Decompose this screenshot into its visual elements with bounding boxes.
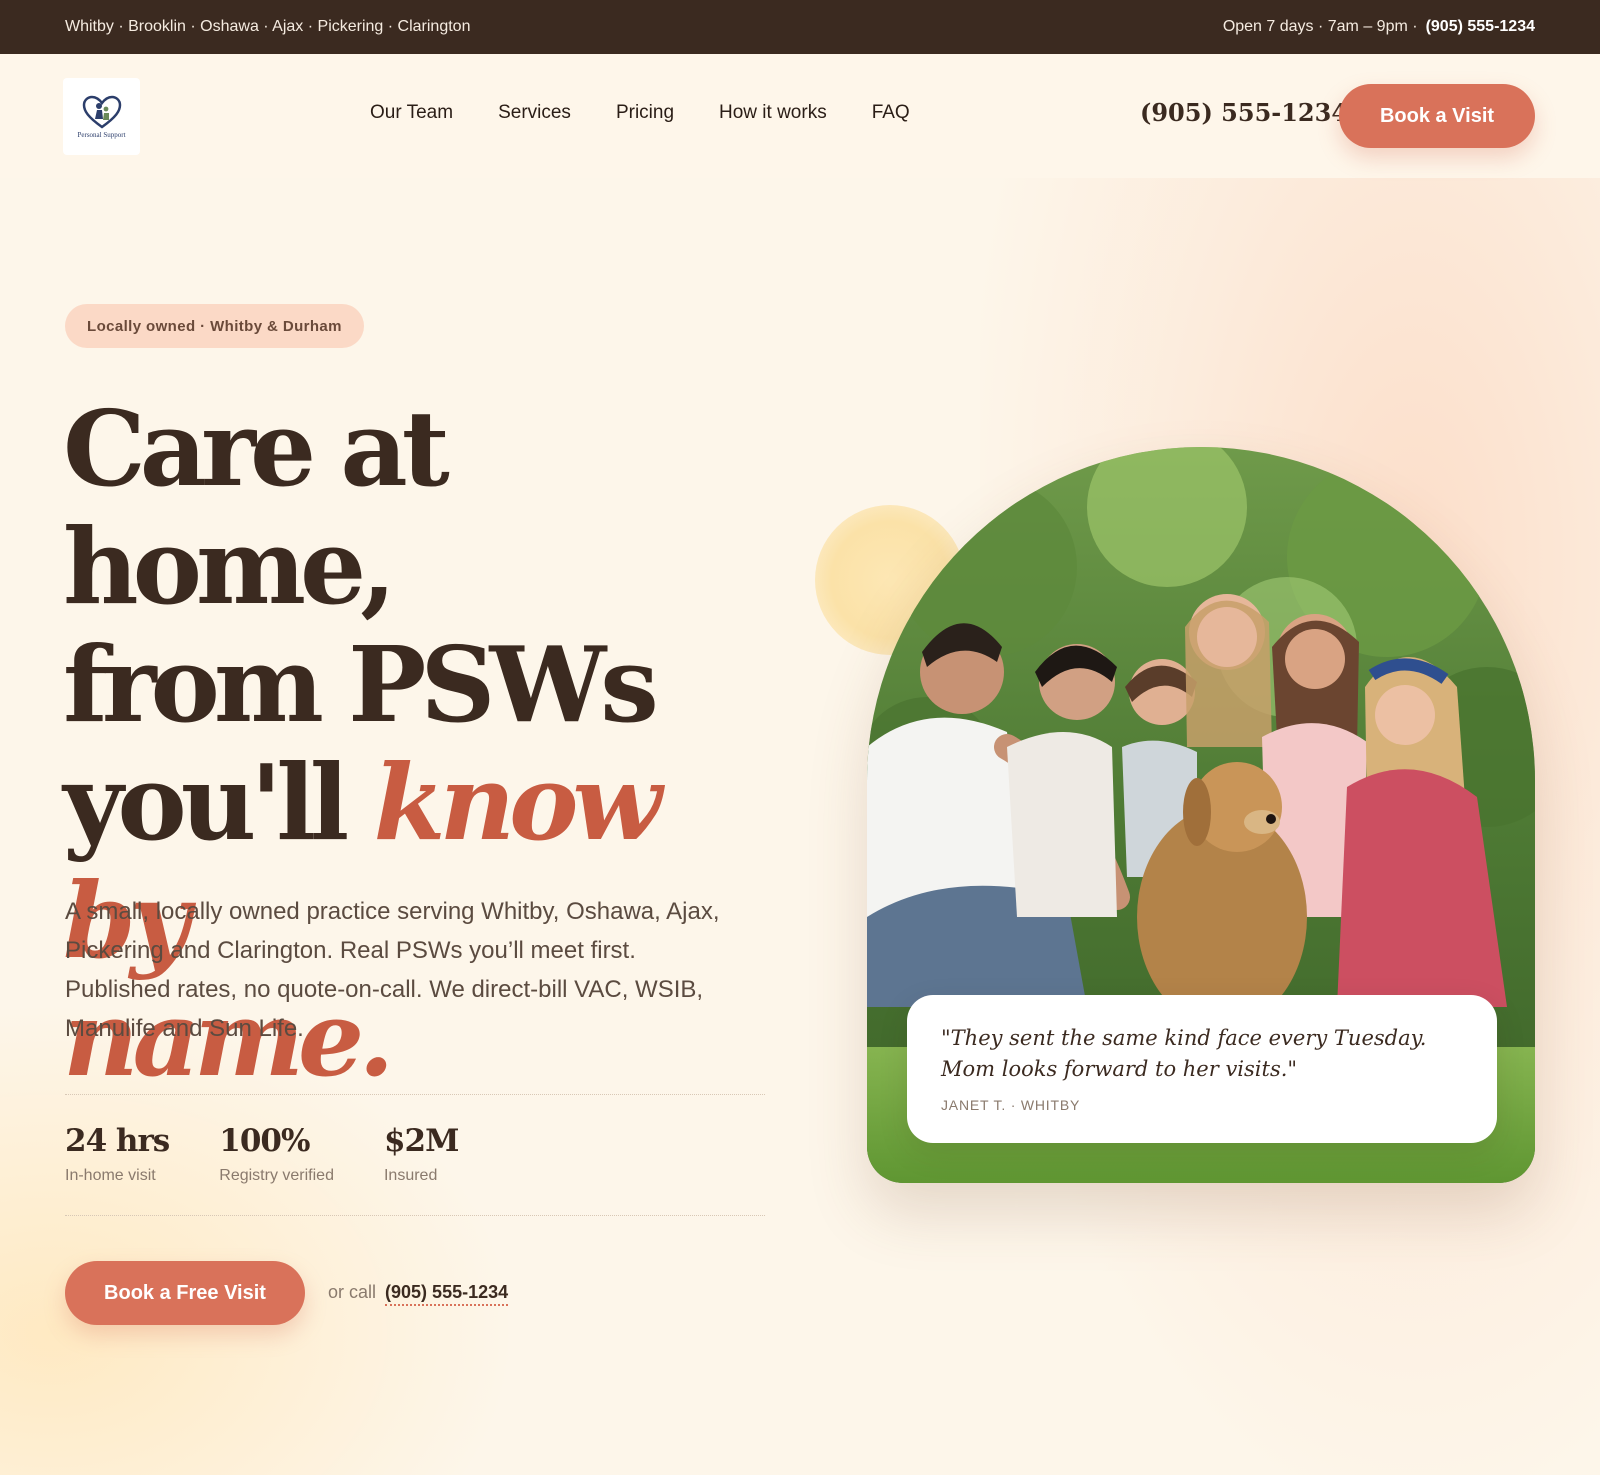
- stat-in-home-visit: 24 hrs In-home visit: [65, 1123, 170, 1215]
- stat-value: 24 hrs: [65, 1123, 170, 1159]
- main-nav: Our Team Services Pricing How it works F…: [370, 102, 910, 124]
- logo[interactable]: Personal Support: [63, 78, 140, 155]
- heart-logo-icon: [82, 95, 121, 129]
- stat-value: $2M: [383, 1123, 459, 1159]
- nav-pricing[interactable]: Pricing: [616, 102, 674, 124]
- or-call-label: or call: [328, 1282, 377, 1302]
- testimonial-author: JANET T. · WHITBY: [941, 1097, 1081, 1113]
- or-call-text: or call (905) 555-1234: [328, 1282, 509, 1306]
- stat-label: Registry verified: [219, 1167, 334, 1184]
- stat-label: In-home visit: [65, 1167, 156, 1184]
- book-visit-button[interactable]: Book a Visit: [1339, 84, 1535, 148]
- nav-services[interactable]: Services: [498, 102, 571, 124]
- stat-insured: $2M Insured: [383, 1123, 459, 1215]
- hero-description: A small, locally owned practice serving …: [65, 898, 720, 1042]
- stat-registry-verified: 100% Registry verified: [219, 1123, 334, 1215]
- nav-how-it-works[interactable]: How it works: [719, 102, 827, 124]
- nav-our-team[interactable]: Our Team: [370, 102, 453, 124]
- headline-line-3: you'll: [63, 741, 374, 864]
- header-phone-link[interactable]: (905) 555-1234: [1140, 98, 1348, 127]
- headline-line-1: Care at home,: [63, 387, 450, 628]
- opening-hours: Open 7 days · 7am – 9pm ·: [1222, 18, 1418, 35]
- headline-line-2: from PSWs: [63, 623, 659, 746]
- top-bar-phone-link[interactable]: (905) 555-1234: [1426, 18, 1535, 36]
- service-areas: Whitby · Brooklin · Oshawa · Ajax · Pick…: [65, 18, 471, 35]
- stats-row: 24 hrs In-home visit 100% Registry verif…: [65, 1094, 765, 1216]
- stat-label: Insured: [383, 1167, 438, 1184]
- locally-owned-badge: Locally owned · Whitby & Durham: [65, 304, 364, 348]
- cta-phone-link[interactable]: (905) 555-1234: [385, 1282, 509, 1306]
- stat-value: 100%: [219, 1123, 310, 1159]
- logo-text: Personal Support: [77, 130, 126, 139]
- top-bar-contact: Open 7 days · 7am – 9pm · (905) 555-1234: [1223, 18, 1535, 36]
- site-header: Personal Support Our Team Services Prici…: [0, 54, 1600, 178]
- nav-faq[interactable]: FAQ: [872, 102, 910, 124]
- testimonial-card: "They sent the same kind face every Tues…: [907, 995, 1497, 1143]
- testimonial-quote: "They sent the same kind face every Tues…: [941, 1026, 1427, 1081]
- book-free-visit-button[interactable]: Book a Free Visit: [65, 1261, 305, 1325]
- top-bar: Whitby · Brooklin · Oshawa · Ajax · Pick…: [0, 0, 1600, 54]
